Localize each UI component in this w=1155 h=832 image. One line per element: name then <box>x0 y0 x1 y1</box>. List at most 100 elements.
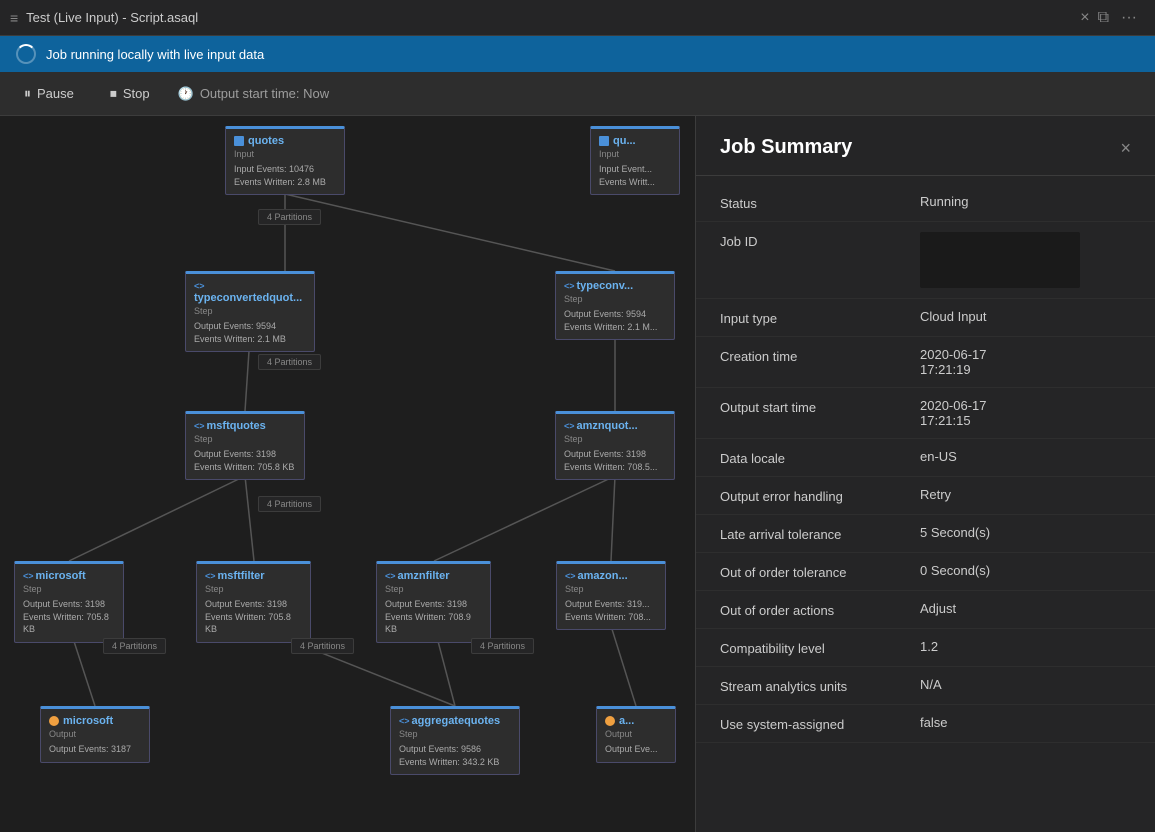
summary-row: Late arrival tolerance5 Second(s) <box>696 515 1155 553</box>
node-stats: Output Events: 9586Events Written: 343.2… <box>399 743 511 768</box>
node-title: <>microsoft <box>23 570 115 582</box>
clock-icon: 🕐 <box>178 86 194 102</box>
summary-label: Late arrival tolerance <box>720 525 920 542</box>
summary-label: Out of order actions <box>720 601 920 618</box>
node-title: qu... <box>599 135 671 147</box>
node-type: Step <box>194 434 296 444</box>
node-stats: Output Events: 3187 <box>49 743 141 756</box>
diagram-node[interactable]: qu... Input Input Event...Events Writt..… <box>590 126 680 195</box>
step-icon: <> <box>564 281 575 291</box>
diagram-node[interactable]: <>amznquot... Step Output Events: 3198Ev… <box>555 411 675 480</box>
step-icon: <> <box>564 421 575 431</box>
menu-icon: ≡ <box>10 10 18 26</box>
summary-value: Running <box>920 194 1131 209</box>
status-bar: Job running locally with live input data <box>0 36 1155 72</box>
diagram-node[interactable]: <>aggregatequotes Step Output Events: 95… <box>390 706 520 775</box>
node-title: <>msftquotes <box>194 420 296 432</box>
stop-icon: ⏹ <box>110 85 117 102</box>
summary-value: 5 Second(s) <box>920 525 1131 540</box>
summary-label: Output start time <box>720 398 920 415</box>
summary-value: 1.2 <box>920 639 1131 654</box>
node-type: Output <box>605 729 667 739</box>
diagram-node[interactable]: microsoft Output Output Events: 3187 <box>40 706 150 763</box>
summary-row: Data localeen-US <box>696 439 1155 477</box>
summary-value: 2020-06-17 17:21:19 <box>920 347 1131 377</box>
summary-table: StatusRunning Job ID Input typeCloud Input… <box>696 176 1155 751</box>
node-title: <>amazon... <box>565 570 657 582</box>
diagram-area[interactable]: quotes Input Input Events: 10476Events W… <box>0 116 695 832</box>
diagram-node[interactable]: a... Output Output Eve... <box>596 706 676 763</box>
step-icon: <> <box>385 571 396 581</box>
node-type: Step <box>385 584 482 594</box>
panel-title: Job Summary <box>720 136 852 159</box>
node-stats: Output Events: 3198Events Written: 708.5… <box>564 448 666 473</box>
output-icon <box>49 716 59 726</box>
node-title: <>typeconvertedquot... <box>194 280 306 304</box>
node-stats: Output Events: 9594Events Written: 2.1 M… <box>564 308 666 333</box>
node-type: Step <box>564 294 666 304</box>
pause-icon: ⏸ <box>24 85 31 102</box>
node-title: <>msftfilter <box>205 570 302 582</box>
partitions-label: 4 Partitions <box>291 638 354 654</box>
summary-label: Compatibility level <box>720 639 920 656</box>
tab-title: Test (Live Input) - Script.asaql <box>26 10 1072 25</box>
diagram-node[interactable]: quotes Input Input Events: 10476Events W… <box>225 126 345 195</box>
diagram-node[interactable]: <>amazon... Step Output Events: 319...Ev… <box>556 561 666 630</box>
node-title: <>typeconv... <box>564 280 666 292</box>
more-actions-button[interactable]: ··· <box>1121 9 1137 27</box>
status-message: Job running locally with live input data <box>46 47 264 62</box>
step-icon: <> <box>194 281 205 291</box>
node-type: Input <box>599 149 671 159</box>
node-type: Step <box>194 306 306 316</box>
partitions-label: 4 Partitions <box>258 354 321 370</box>
summary-value: N/A <box>920 677 1131 692</box>
node-stats: Output Events: 3198Events Written: 705.8… <box>23 598 115 636</box>
summary-label: Job ID <box>720 232 920 249</box>
node-title: <>amznfilter <box>385 570 482 582</box>
pause-label: Pause <box>37 86 74 101</box>
node-type: Step <box>399 729 511 739</box>
partitions-label: 4 Partitions <box>258 209 321 225</box>
summary-value: Retry <box>920 487 1131 502</box>
pause-button[interactable]: ⏸ Pause <box>16 81 82 106</box>
node-title: <>aggregatequotes <box>399 715 511 727</box>
summary-value: Cloud Input <box>920 309 1131 324</box>
summary-label: Output error handling <box>720 487 920 504</box>
node-type: Input <box>234 149 336 159</box>
diagram-node[interactable]: <>amznfilter Step Output Events: 3198Eve… <box>376 561 491 643</box>
node-stats: Output Events: 3198Events Written: 705.8… <box>194 448 296 473</box>
summary-label: Data locale <box>720 449 920 466</box>
node-title: <>amznquot... <box>564 420 666 432</box>
summary-row: Job ID <box>696 222 1155 299</box>
node-stats: Output Events: 3198Events Written: 705.8… <box>205 598 302 636</box>
node-type: Output <box>49 729 141 739</box>
summary-value: 0 Second(s) <box>920 563 1131 578</box>
node-type: Step <box>564 434 666 444</box>
diagram-node[interactable]: <>typeconv... Step Output Events: 9594Ev… <box>555 271 675 340</box>
summary-label: Creation time <box>720 347 920 364</box>
diagram-node[interactable]: <>typeconvertedquot... Step Output Event… <box>185 271 315 352</box>
main-content: quotes Input Input Events: 10476Events W… <box>0 116 1155 832</box>
diagram-node[interactable]: <>microsoft Step Output Events: 3198Even… <box>14 561 124 643</box>
node-title: a... <box>605 715 667 727</box>
summary-row: Use system-assignedfalse <box>696 705 1155 743</box>
summary-row: StatusRunning <box>696 184 1155 222</box>
panel-close-button[interactable]: × <box>1120 139 1131 157</box>
summary-value: false <box>920 715 1131 730</box>
split-editor-button[interactable]: ⧉ <box>1098 9 1109 27</box>
node-stats: Input Event...Events Writt... <box>599 163 671 188</box>
summary-value: 2020-06-17 17:21:15 <box>920 398 1131 428</box>
node-type: Step <box>565 584 657 594</box>
stop-button[interactable]: ⏹ Stop <box>102 81 158 106</box>
diagram-node[interactable]: <>msftquotes Step Output Events: 3198Eve… <box>185 411 305 480</box>
node-title: quotes <box>234 135 336 147</box>
step-icon: <> <box>399 716 410 726</box>
output-time-label: Output start time: Now <box>200 86 329 101</box>
tab-close-button[interactable]: × <box>1080 10 1089 26</box>
job-summary-panel: Job Summary × StatusRunning Job ID Input t… <box>695 116 1155 832</box>
node-stats: Output Events: 319...Events Written: 708… <box>565 598 657 623</box>
summary-row: Compatibility level1.2 <box>696 629 1155 667</box>
summary-row: Input typeCloud Input <box>696 299 1155 337</box>
diagram-node[interactable]: <>msftfilter Step Output Events: 3198Eve… <box>196 561 311 643</box>
partitions-label: 4 Partitions <box>258 496 321 512</box>
